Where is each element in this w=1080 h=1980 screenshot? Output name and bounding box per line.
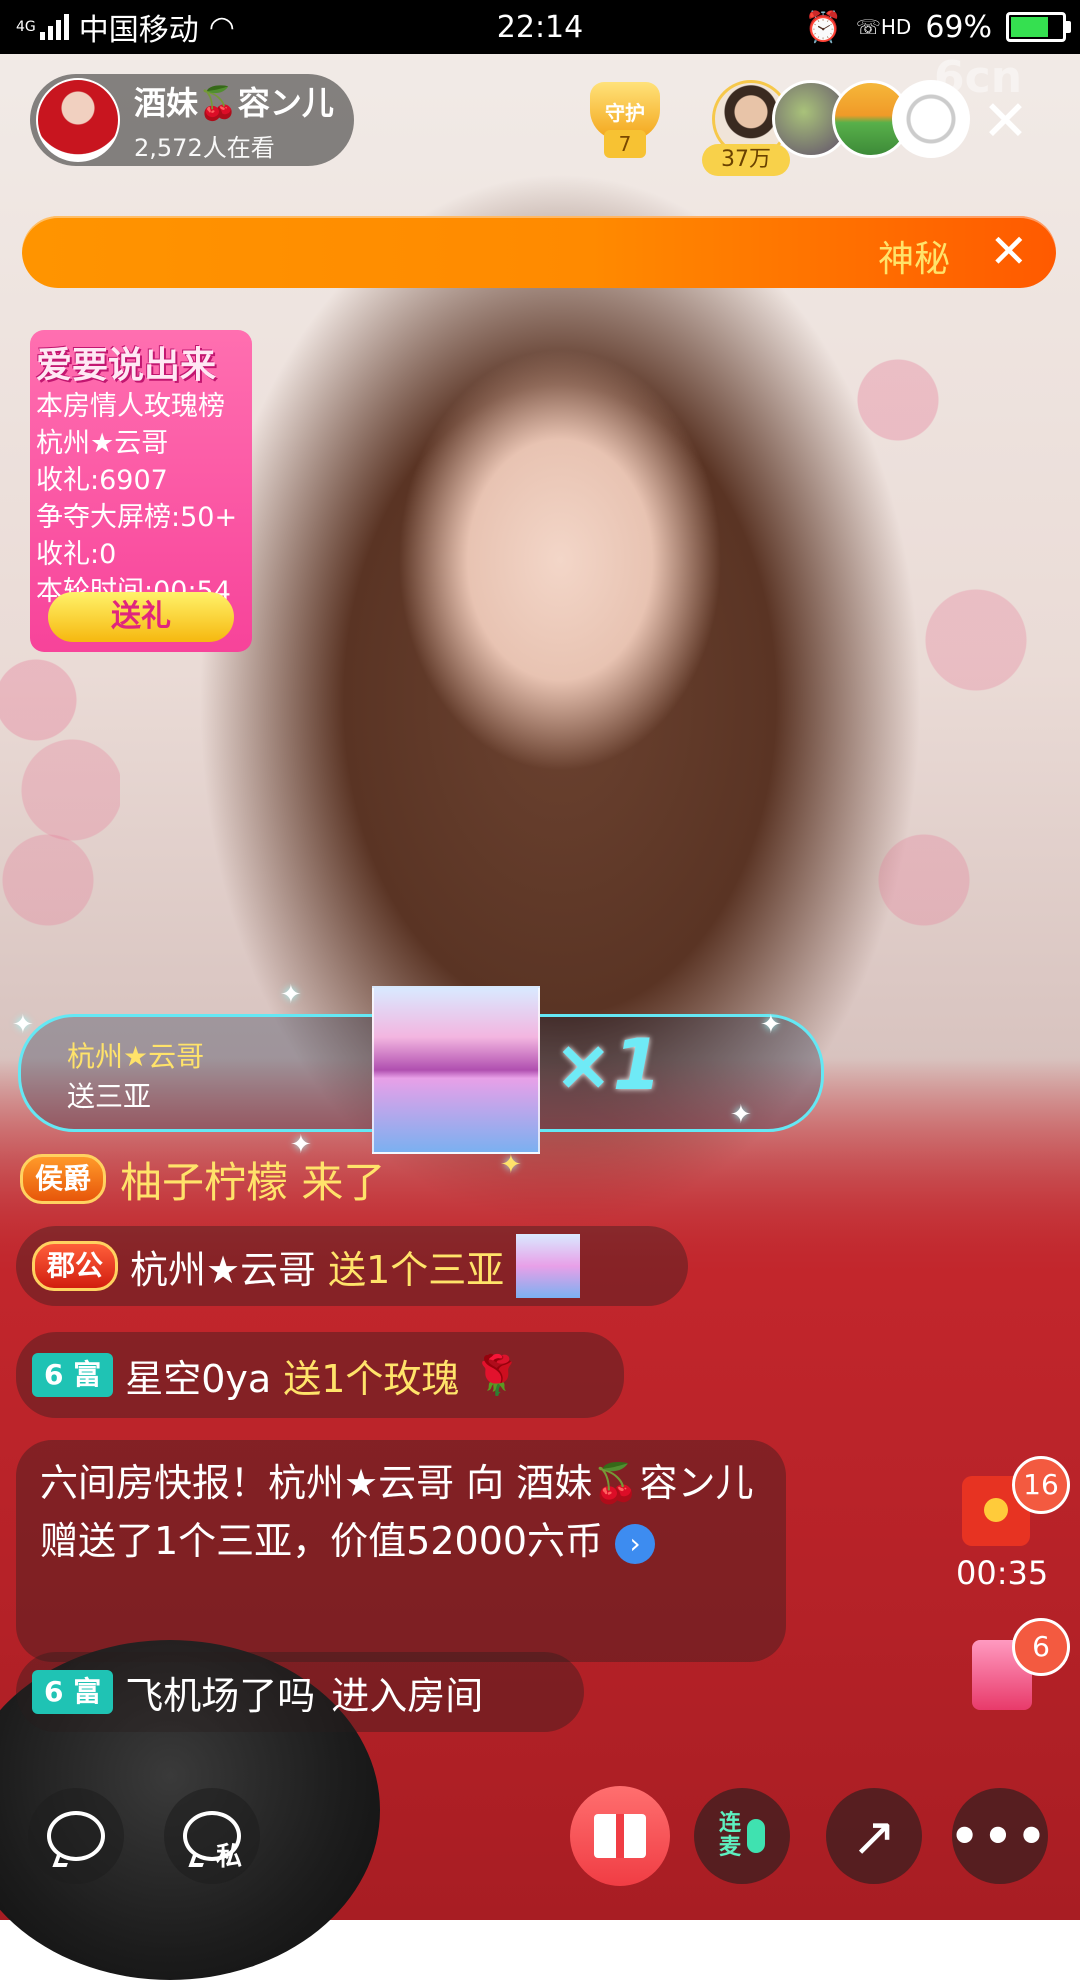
gift-button[interactable]	[570, 1786, 670, 1886]
viewer-count: 2,572人在看	[134, 133, 275, 162]
sparkle-icon: ✦	[500, 1150, 522, 1180]
microphone-icon	[747, 1819, 765, 1853]
share-icon: ↗	[851, 1804, 897, 1868]
sparkle-icon: ✦	[760, 1010, 782, 1040]
wall-decoration	[820, 240, 1080, 1040]
host-avatar[interactable]	[36, 78, 120, 162]
contribution-badge: 37万	[702, 144, 790, 176]
gift-thumbnail	[516, 1234, 581, 1298]
volte-icon: ☏HD	[855, 15, 912, 39]
red-packet-count: 16	[1012, 1456, 1070, 1514]
chat-username[interactable]: 飞机场了吗	[125, 1665, 315, 1720]
board-line: 本房情人玫瑰榜	[36, 391, 225, 422]
chat-message[interactable]: 郡公 杭州★云哥 送1个三亚	[16, 1226, 688, 1306]
board-line: 收礼:0	[36, 539, 117, 570]
private-label: 私	[216, 1842, 243, 1872]
chat-username[interactable]: 星空0ya	[125, 1348, 271, 1403]
banner-close-icon[interactable]: ✕	[989, 224, 1028, 278]
host-info[interactable]: 酒妹🍒容ン儿 2,572人在看	[30, 74, 354, 166]
close-icon[interactable]: ✕	[982, 94, 1029, 150]
banner-text: 神秘	[877, 239, 950, 280]
host-name: 酒妹🍒容ン儿	[134, 83, 334, 122]
board-line: 争夺大屏榜:50+	[36, 502, 238, 533]
entrance-text: 柚子柠檬 来了	[120, 1157, 386, 1207]
board-title: 爱要说出来	[36, 345, 217, 386]
rank-badge: 侯爵	[20, 1154, 107, 1204]
broadcast-message[interactable]: 六间房快报！杭州★云哥 向 酒妹🍒容ン儿赠送了1个三亚，价值52000六币 ›	[16, 1440, 786, 1662]
gift-action: 送三亚	[67, 1080, 152, 1113]
co-host-mic-button[interactable]: 连麦	[694, 1788, 790, 1884]
guard-label: 守护	[605, 100, 645, 125]
sparkle-icon: ✦	[730, 1100, 752, 1130]
love-rank-board[interactable]: 爱要说出来 本房情人玫瑰榜 杭州★云哥 收礼:6907 争夺大屏榜:50+ 收礼…	[30, 330, 252, 652]
rose-icon: 🌹	[473, 1352, 521, 1397]
share-button[interactable]: ↗	[826, 1788, 922, 1884]
private-chat-button[interactable]: 私	[164, 1788, 260, 1884]
gift-icon	[594, 1814, 646, 1858]
battery-icon	[1006, 12, 1071, 42]
chat-action: 进入房间	[331, 1673, 484, 1718]
notice-banner[interactable]: 神秘 ✕	[22, 216, 1056, 288]
entrance-notice: 侯爵 柚子柠檬 来了	[20, 1148, 385, 1210]
chat-action: 送1个玫瑰	[283, 1356, 460, 1401]
board-line: 杭州★云哥	[36, 428, 169, 459]
rich-badge: 6 富	[32, 1353, 114, 1397]
chat-bubble-icon	[47, 1811, 105, 1861]
sparkle-icon: ✦	[12, 1010, 34, 1040]
chat-message[interactable]: 6 富 星空0ya 送1个玫瑰 🌹	[16, 1332, 624, 1418]
gift-multiplier: ×1	[554, 1024, 662, 1106]
lianmai-label-1: 连	[718, 1811, 741, 1836]
gift-sender: 杭州★云哥	[67, 1040, 205, 1073]
alarm-icon: ⏰	[804, 9, 842, 45]
more-dots-icon: •••	[949, 1809, 1051, 1863]
chat-username[interactable]: 杭州★云哥	[130, 1239, 316, 1294]
sparkle-icon: ✦	[280, 980, 302, 1010]
red-packet-timer: 00:35	[956, 1554, 1049, 1592]
chat-message[interactable]: 6 富 飞机场了吗 进入房间	[16, 1652, 584, 1732]
battery-percent: 69%	[925, 9, 992, 45]
chevron-right-icon[interactable]: ›	[615, 1523, 656, 1564]
volte-label: HD	[880, 15, 912, 39]
treasure-box-count: 6	[1012, 1618, 1070, 1676]
guard-count: 7	[604, 130, 646, 158]
rank-badge: 郡公	[32, 1241, 119, 1291]
more-button[interactable]: •••	[949, 1788, 1051, 1884]
lianmai-label-2: 麦	[718, 1835, 741, 1860]
gift-image	[372, 986, 540, 1154]
send-gift-button[interactable]: 送礼	[48, 592, 234, 642]
chat-action: 送1个三亚	[328, 1247, 505, 1292]
rich-badge: 6 富	[32, 1670, 114, 1714]
wall-decoration-left	[0, 640, 120, 940]
status-bar: 4G 中国移动 ◠ 22:14 ⏰ ☏HD 69%	[0, 0, 1080, 54]
guard-button[interactable]: 守护 7	[582, 82, 668, 162]
board-line: 收礼:6907	[36, 465, 168, 496]
chat-button[interactable]	[28, 1788, 124, 1884]
